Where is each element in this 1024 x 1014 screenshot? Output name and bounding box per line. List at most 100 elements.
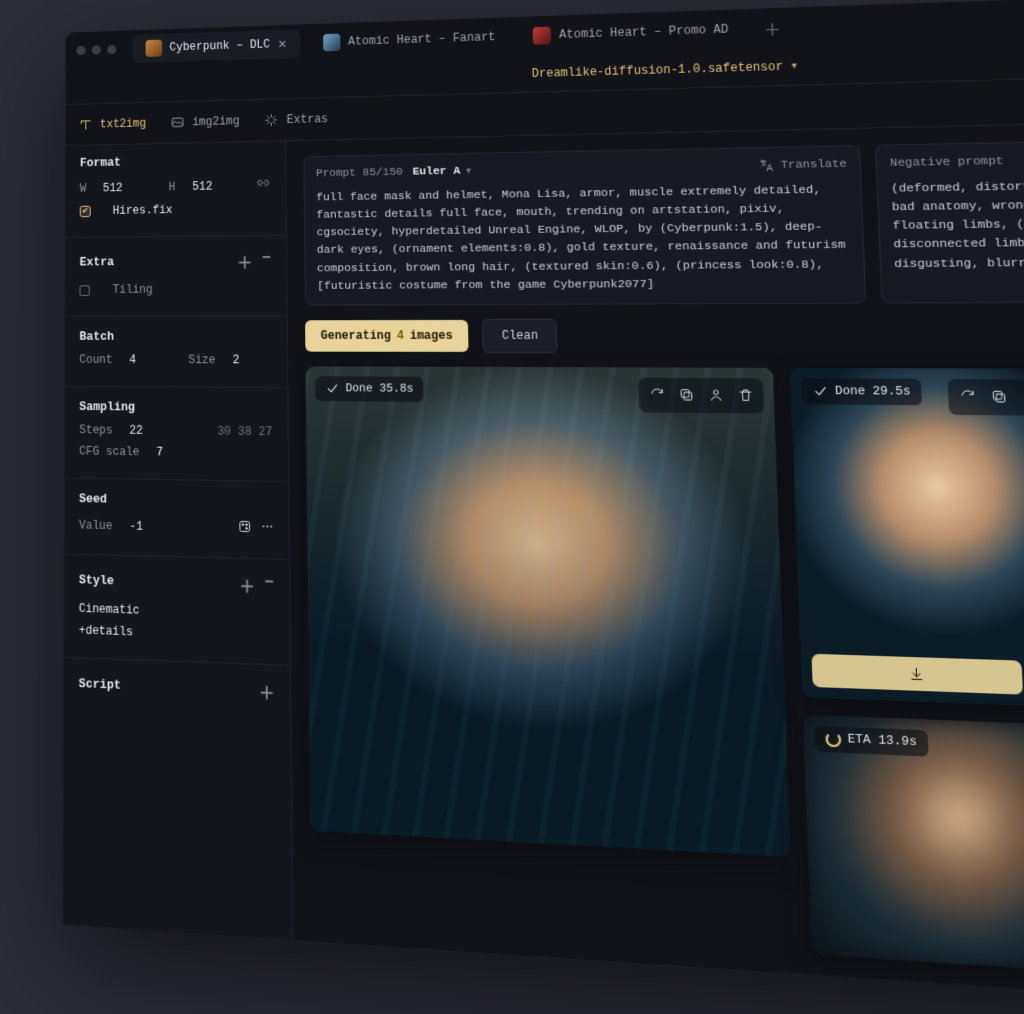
tab-atomic-promo[interactable]: Atomic Heart – Promo AD — [519, 14, 744, 51]
gen-count: 4 — [397, 329, 404, 343]
tab-avatar-icon — [323, 34, 340, 52]
tab-avatar-icon — [146, 40, 163, 57]
add-icon[interactable]: ＋ — [259, 679, 275, 704]
add-icon[interactable]: ＋ — [239, 573, 255, 597]
clean-button[interactable]: Clean — [482, 319, 558, 353]
new-tab-button[interactable]: ＋ — [753, 16, 792, 41]
cfg-label: CFG scale — [79, 445, 139, 459]
panel-title: Style — [79, 573, 114, 588]
add-icon[interactable]: ＋ — [237, 250, 252, 273]
generated-image — [306, 366, 791, 856]
card-toolbar — [947, 379, 1024, 416]
size-value[interactable]: 2 — [233, 353, 240, 367]
panel-extra: Extra ＋− Tiling — [80, 249, 272, 296]
count-value[interactable]: 4 — [129, 353, 136, 367]
copy-icon[interactable] — [672, 382, 700, 409]
result-card-loading[interactable]: ETA 13.9s — [803, 714, 1024, 974]
status-badge: ETA 13.9s — [814, 725, 929, 756]
style-item[interactable]: Cinematic — [79, 602, 140, 618]
prompt-text[interactable]: full face mask and helmet, Mona Lisa, ar… — [316, 180, 852, 294]
close-icon[interactable]: ✕ — [278, 37, 288, 52]
action-bar: Generating 4 images Clean Matrix view — [305, 317, 1024, 354]
mode-extras[interactable]: Extras — [264, 111, 328, 128]
user-icon[interactable] — [701, 382, 729, 409]
gen-word-a: Generating — [321, 329, 391, 343]
panel-seed: Seed Value -1 ⋯ — [79, 492, 273, 538]
tiling-label: Tiling — [113, 283, 153, 297]
tab-label: Atomic Heart – Fanart — [348, 30, 496, 48]
width-label: W — [80, 182, 87, 195]
steps-presets[interactable]: 30 38 27 — [217, 425, 272, 439]
count-label: Count — [79, 353, 112, 367]
check-icon — [325, 381, 340, 396]
result-card[interactable]: Done 35.8s — [306, 366, 791, 856]
model-name: Dreamlike-diffusion-1.0.safetensor — [532, 59, 784, 80]
app-window: Cyberpunk – DLC ✕ Atomic Heart – Fanart … — [63, 0, 1024, 1014]
cfg-value[interactable]: 7 — [156, 446, 163, 460]
mode-label: img2img — [192, 114, 239, 128]
check-icon — [812, 383, 829, 399]
link-aspect-icon[interactable] — [256, 176, 270, 194]
collapse-icon[interactable]: − — [264, 573, 274, 597]
image-icon — [170, 115, 185, 130]
panel-title: Script — [79, 677, 121, 693]
tab-atomic-fanart[interactable]: Atomic Heart – Fanart — [310, 22, 510, 57]
seed-label: Value — [79, 518, 113, 532]
main-area: Prompt 85/150 Euler A ▾ Translate full f… — [286, 118, 1024, 1014]
traffic-lights[interactable] — [76, 45, 116, 56]
translate-button[interactable]: Translate — [758, 157, 847, 174]
mode-label: txt2img — [100, 116, 146, 130]
height-label: H — [169, 180, 176, 193]
text-icon — [78, 117, 93, 132]
steps-value[interactable]: 22 — [129, 424, 142, 438]
negative-prompt-box[interactable]: Negative prompt Translate (deformed, dis… — [875, 136, 1024, 304]
steps-label: Steps — [79, 423, 112, 437]
model-selector[interactable]: Dreamlike-diffusion-1.0.safetensor ▾ — [532, 59, 798, 80]
tab-label: Cyberpunk – DLC — [169, 38, 270, 54]
panel-title: Extra — [80, 256, 114, 270]
panel-title: Sampling — [79, 400, 135, 414]
hires-fix-toggle[interactable]: Hires.fix — [80, 202, 271, 218]
neg-prompt-text[interactable]: (deformed, distorted, disfigured:1.3), p… — [891, 172, 1024, 273]
mode-label: Extras — [287, 112, 328, 126]
tiling-toggle[interactable]: Tiling — [80, 282, 272, 297]
panel-sampling: Sampling Steps 22 30 38 27 CFG scale 7 — [79, 400, 272, 461]
tab-label: Atomic Heart – Promo AD — [559, 23, 729, 42]
height-value[interactable]: 512 — [192, 180, 212, 194]
sampler-selector[interactable]: Euler A ▾ — [413, 165, 472, 179]
gallery: Done 35.8s Done 29.5s — [306, 366, 1024, 991]
panel-format: Format W 512 H 512 Hires.fix — [80, 153, 271, 218]
sidebar: Format W 512 H 512 Hires.fix Extra — [63, 141, 293, 940]
collapse-icon[interactable]: − — [262, 249, 271, 272]
checkbox-off-icon — [80, 285, 90, 296]
prompt-box[interactable]: Prompt 85/150 Euler A ▾ Translate full f… — [303, 145, 866, 305]
user-icon[interactable] — [1015, 383, 1024, 411]
dice-icon[interactable] — [237, 519, 252, 538]
gen-word-b: images — [410, 329, 453, 343]
redo-icon[interactable] — [952, 383, 982, 411]
prompt-counter: Prompt 85/150 — [316, 166, 403, 180]
panel-title: Seed — [79, 492, 107, 506]
mode-img2img[interactable]: img2img — [170, 113, 239, 130]
chevron-down-icon: ▾ — [791, 60, 797, 72]
size-label: Size — [188, 353, 215, 367]
generating-status[interactable]: Generating 4 images — [305, 320, 469, 352]
redo-icon[interactable] — [643, 382, 671, 409]
sparkle-icon — [264, 112, 279, 128]
more-icon[interactable]: ⋯ — [262, 519, 274, 538]
width-value[interactable]: 512 — [103, 181, 123, 195]
status-badge: Done 35.8s — [315, 376, 423, 401]
result-card[interactable]: Done 29.5s — [790, 368, 1024, 709]
download-icon — [907, 665, 924, 682]
seed-value[interactable]: -1 — [129, 519, 143, 533]
panel-title: Format — [80, 156, 121, 170]
tab-cyberpunk-dlc[interactable]: Cyberpunk – DLC ✕ — [133, 29, 301, 63]
style-item[interactable]: +details — [79, 624, 133, 640]
panel-script: Script ＋ — [79, 672, 275, 704]
trash-icon[interactable] — [731, 382, 760, 409]
card-toolbar — [638, 377, 763, 413]
mode-txt2img[interactable]: txt2img — [78, 116, 146, 133]
translate-label: Translate — [780, 158, 847, 172]
panel-style: Style ＋− Cinematic +details — [79, 569, 274, 645]
copy-icon[interactable] — [983, 383, 1013, 411]
